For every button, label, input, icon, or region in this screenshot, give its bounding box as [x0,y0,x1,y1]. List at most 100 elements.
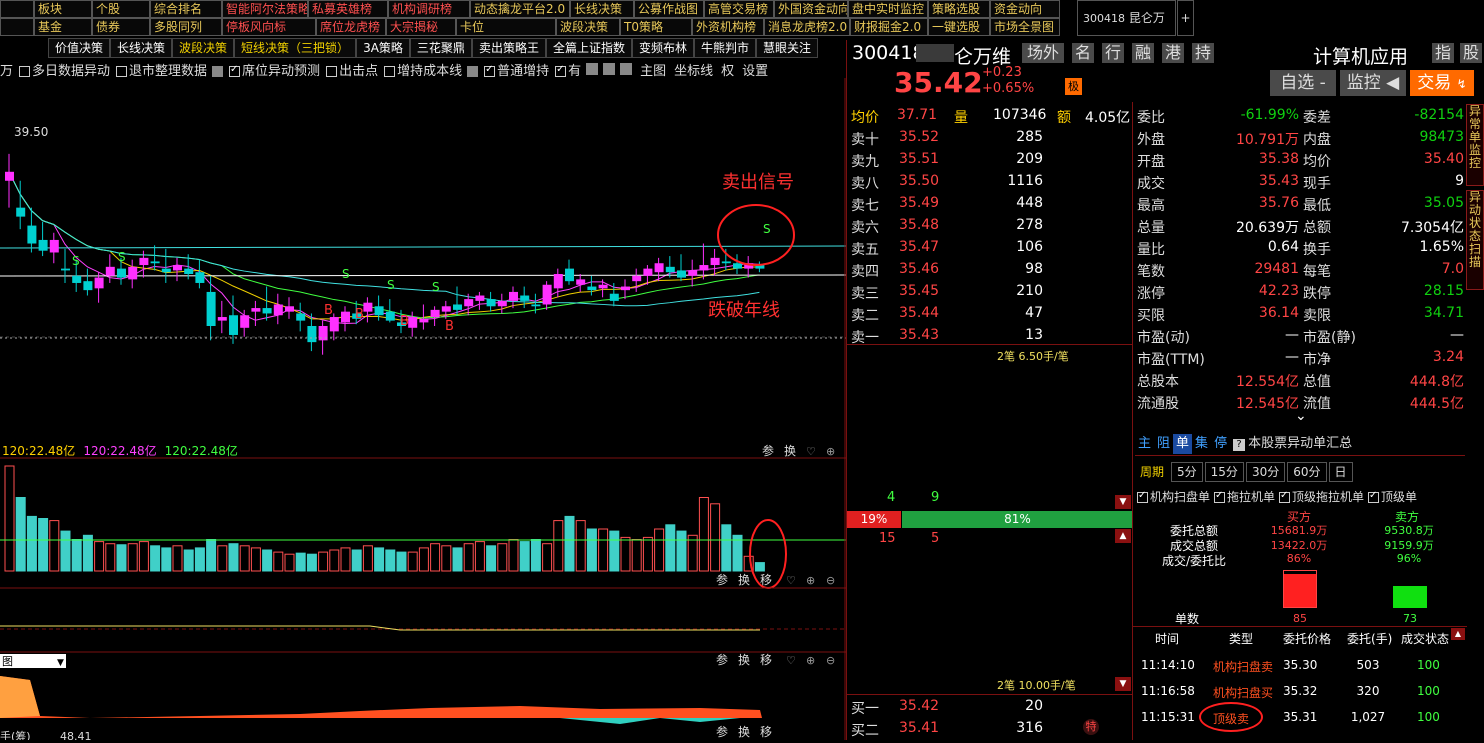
checkbox[interactable] [1214,490,1226,503]
kline-chart-area[interactable]: S S S S S S B B B B 39.50 卖出信号 跌破年线 120:22.48亿 120:22.… [0,78,855,743]
ob-scroll-up[interactable]: ▲ [1115,529,1131,543]
menu-item[interactable]: 动态擒龙平台2.0 [470,0,570,18]
menu-item[interactable]: 多股同列 [150,18,222,36]
menu-item[interactable]: 席位龙虎榜 [316,18,386,36]
menu-item[interactable]: 外国资金动向 [774,0,848,18]
lower-tab[interactable]: 集 [1192,434,1211,454]
option-tail[interactable]: 主图 [640,60,666,79]
menu-item[interactable]: 长线决策 [570,0,634,18]
panel-tool[interactable]: 参 [716,724,728,739]
panel-icon[interactable]: ⊖ [826,654,835,667]
menu-item[interactable]: 卡位 [456,18,556,36]
option-checkbox-item[interactable]: 有 [549,60,581,79]
checkbox[interactable] [1368,490,1380,503]
menu-item[interactable]: 债券 [92,18,150,36]
ask-row[interactable]: 卖五 35.47 106 [847,236,1133,258]
option-checkbox-item[interactable]: 增持成本线 [378,60,479,79]
panel-icon[interactable]: ⊕ [806,654,815,667]
panel-tool[interactable]: 换 [738,573,750,587]
menu-item[interactable]: 高管交易榜 [704,0,774,18]
minus-icon[interactable] [603,63,616,75]
menu-item[interactable]: 市场全景图 [990,18,1060,36]
menu-item[interactable]: 财报掘金2.0 [850,18,928,36]
strategy-button[interactable]: 价值决策 [48,38,111,58]
period-tab[interactable]: 周期 [1135,463,1169,483]
checkbox[interactable] [19,65,31,77]
menu-item[interactable]: 波段决策 [556,18,620,36]
index-button[interactable]: 指 [1432,43,1454,63]
ask-row[interactable]: 卖七 35.49 448 [847,192,1133,214]
checkbox[interactable] [229,64,241,77]
period-tab[interactable]: 60分 [1287,462,1327,482]
stock-tab[interactable]: 300418 昆仑万维 [1077,0,1176,60]
period-tab[interactable]: 30分 [1245,462,1286,482]
option-checkbox-item[interactable]: 出击点 [320,60,378,79]
option-checkbox-item[interactable]: 席位异动预测 [223,60,320,79]
strategy-button[interactable]: 全篇上证指数 [545,38,632,58]
heart-icon[interactable] [620,63,633,75]
panel-icon[interactable]: ♡ [786,654,796,667]
lower-tab[interactable]: 单 [1173,434,1193,454]
menu-item[interactable]: 私募英雄榜 [308,0,388,18]
strategy-button[interactable]: 短线决策（三把锁） [234,38,357,58]
strategy-button[interactable]: 长线决策 [110,38,173,58]
bid-row[interactable]: 买一 35.42 20 [847,695,1133,717]
add-tab-button[interactable]: + [1177,0,1194,36]
panel-icon[interactable]: ⊕ [826,445,835,458]
strategy-button[interactable]: 波段决策 [172,38,235,58]
option-tail[interactable]: 权 [721,60,734,79]
checkbox[interactable] [484,64,496,77]
lower-tab[interactable]: 停 [1211,434,1230,454]
check-item[interactable]: 顶级拖拉机单 [1275,490,1364,504]
ask-row[interactable]: 卖八 35.50 1116 [847,170,1133,192]
panel-tool[interactable]: 换 [738,725,750,739]
checkbox[interactable] [1279,490,1291,503]
panel-icon[interactable]: ♡ [786,574,796,587]
panel-icon[interactable]: ⊖ [826,574,835,587]
menu-item[interactable]: 公募作战图 [634,0,704,18]
strategy-button[interactable]: 牛熊判市 [693,38,756,58]
menu-item[interactable]: 停板风向标 [222,18,316,36]
ask-row[interactable]: 卖三 35.45 210 [847,280,1133,302]
menu-item[interactable]: 资金动向 [990,0,1060,18]
margin-button[interactable]: 融 [1132,43,1154,63]
help-icon[interactable]: ? [1233,439,1246,451]
checkbox[interactable] [116,65,128,77]
checkbox[interactable] [384,65,396,77]
trade-row[interactable]: 11:14:10 机构扫盘卖 35.30 503 100 [1133,652,1467,678]
panel-icon[interactable]: ♡ [806,445,816,458]
plus-icon[interactable] [586,63,599,75]
menu-item[interactable] [0,0,34,18]
panel-tool[interactable]: 换 [738,653,750,667]
option-checkbox-item[interactable]: 多日数据异动 [13,60,110,79]
menu-item[interactable]: 综合排名 [150,0,222,18]
check-item[interactable]: 机构扫盘单 [1135,490,1210,504]
expand-chevron-icon[interactable]: ⌄ [1295,408,1307,424]
checkbox[interactable] [555,64,567,77]
panel-tool[interactable]: 参 [716,572,728,587]
option-tail[interactable]: 坐标线 [674,60,713,79]
checkbox[interactable] [326,65,338,77]
menu-item[interactable]: 智能阿尔法策略 [222,0,308,18]
menu-item[interactable]: 一键选股 [928,18,990,36]
period-tab[interactable]: 15分 [1204,462,1244,482]
menu-item[interactable]: 大宗揭秘 [386,18,456,36]
panel-icon[interactable]: ⊕ [806,574,815,587]
holding-button[interactable]: 持 [1192,43,1214,63]
side-tab[interactable]: 异动状态扫描 [1466,190,1484,290]
trade-button[interactable]: 交易 ↯ [1410,70,1474,96]
ask-row[interactable]: 卖四 35.46 98 [847,258,1133,280]
trade-row[interactable]: 11:16:58 机构扫盘买 35.32 320 100 [1133,678,1467,704]
strategy-button[interactable]: 变频布林 [631,38,694,58]
ob-scroll-down-2[interactable]: ▼ [1115,677,1131,691]
menu-item[interactable] [0,18,34,36]
period-tab[interactable]: 5分 [1171,462,1203,482]
ask-row[interactable]: 卖一 35.43 13 [847,324,1133,346]
menu-item[interactable]: 盘中实时监控 [848,0,928,18]
menu-item[interactable]: 消息龙虎榜2.0 [764,18,850,36]
ask-row[interactable]: 卖六 35.48 278 [847,214,1133,236]
option-tail[interactable]: 设置 [742,60,768,79]
monitor-button[interactable]: 监控 ◀ [1340,70,1406,96]
menu-item[interactable]: 基金 [34,18,92,36]
option-checkbox-item[interactable]: 普通增持 [478,60,549,79]
